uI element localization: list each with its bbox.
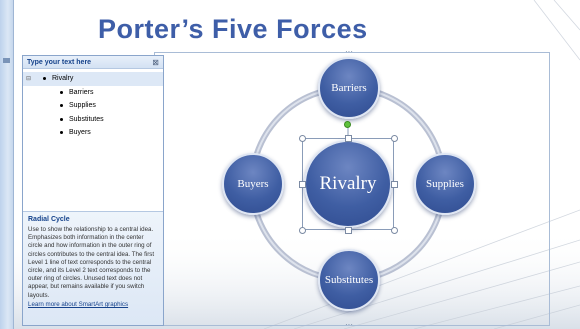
bullet-text: Barriers <box>69 88 94 96</box>
bullet-item-buyers[interactable]: Buyers <box>23 126 163 140</box>
text-pane-header: Type your text here ⊠ <box>23 56 163 69</box>
resize-handle-bottom-left[interactable] <box>299 227 306 234</box>
text-pane-title: Type your text here <box>27 58 92 66</box>
layout-description: Radial Cycle Use to show the relationshi… <box>23 211 163 325</box>
bullet-text: Buyers <box>69 129 91 137</box>
resize-handle-bottom[interactable] <box>345 227 352 234</box>
bullet-dot-icon <box>60 131 63 135</box>
slide-canvas[interactable]: Porter’s Five Forces ··· ··· Barriers Su… <box>14 0 580 329</box>
bullet-dot-icon <box>60 90 63 94</box>
bullet-dot-icon <box>60 104 63 108</box>
learn-more-link[interactable]: Learn more about SmartArt graphics <box>28 301 159 308</box>
resize-handle-bottom-right[interactable] <box>391 227 398 234</box>
bullet-item-supplies[interactable]: Supplies <box>23 99 163 113</box>
bullet-text: Substitutes <box>69 115 104 123</box>
close-icon[interactable]: ⊠ <box>152 58 159 67</box>
thumbnail-pane-strip[interactable] <box>0 0 14 329</box>
bullet-item-barriers[interactable]: Barriers <box>23 86 163 100</box>
smartart-text-pane[interactable]: Type your text here ⊠ ⊟ Rivalry Barriers… <box>22 55 164 326</box>
bullet-dot-icon <box>60 117 63 121</box>
bullet-text: Rivalry <box>52 75 74 83</box>
bullet-item-substitutes[interactable]: Substitutes <box>23 113 163 127</box>
bullet-text: Supplies <box>69 102 96 110</box>
bullet-item-rivalry[interactable]: Rivalry <box>23 72 163 86</box>
collapse-icon[interactable]: ⊟ <box>26 75 31 82</box>
resize-handle-left[interactable] <box>299 181 306 188</box>
resize-handle-top[interactable] <box>345 135 352 142</box>
text-pane-bullet-list[interactable]: ⊟ Rivalry Barriers Supplies Substitutes … <box>23 69 163 211</box>
resize-handle-top-left[interactable] <box>299 135 306 142</box>
resize-handle-right[interactable] <box>391 181 398 188</box>
scroll-thumb[interactable] <box>3 58 10 63</box>
layout-description-body: Use to show the relationship to a centra… <box>28 226 155 299</box>
resize-handle-top-right[interactable] <box>391 135 398 142</box>
bullet-dot-icon <box>43 77 46 81</box>
layout-description-title: Radial Cycle <box>28 216 70 223</box>
